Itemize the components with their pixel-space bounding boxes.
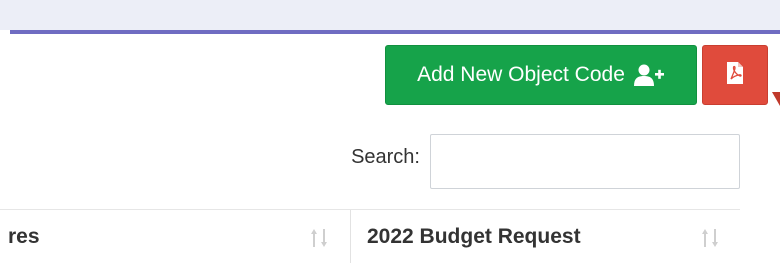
search-input[interactable] [430, 134, 740, 189]
column-header-label: 2022 Budget Request [367, 225, 581, 248]
caret-down-icon [772, 92, 780, 106]
column-header-2022-budget-request[interactable]: 2022 Budget Request [350, 210, 740, 263]
sort-icon[interactable] [310, 227, 330, 249]
add-button-label: Add New Object Code [417, 63, 625, 86]
add-new-object-code-button[interactable]: Add New Object Code [385, 45, 697, 105]
top-strip [0, 0, 780, 30]
page: Add New Object Code Search: res 2022 Bud… [0, 0, 780, 263]
accent-divider [10, 30, 780, 34]
user-plus-icon [633, 63, 665, 87]
export-pdf-button[interactable] [702, 45, 768, 105]
file-pdf-icon [725, 61, 745, 90]
column-header-label: res [8, 225, 40, 248]
sort-icon[interactable] [701, 227, 721, 249]
table-header: res 2022 Budget Request [0, 209, 740, 263]
column-header-res[interactable]: res [0, 210, 350, 263]
search-label: Search: [351, 146, 420, 168]
